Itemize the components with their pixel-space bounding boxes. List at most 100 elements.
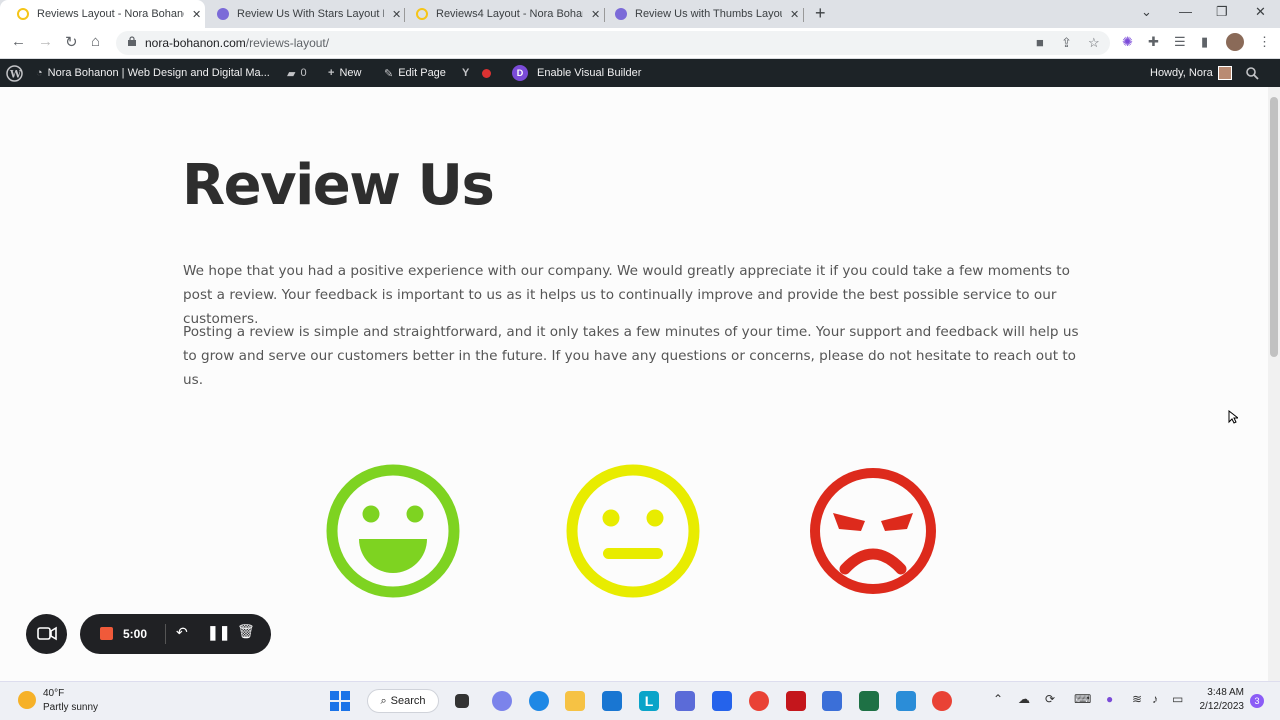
plus-icon: + [328, 67, 335, 79]
greeting-text: Howdy, Nora [1150, 67, 1213, 79]
windows-taskbar: 40°F Partly sunny ⌕ Search L ⌃ ☁ ⟳ ⌨ ● ≋… [0, 681, 1280, 720]
pause-icon[interactable]: ❚❚ [207, 624, 230, 641]
reload-icon[interactable]: ↻ [65, 33, 78, 51]
account-menu[interactable]: Howdy, Nora [1150, 59, 1232, 87]
wp-admin-bar: W ◔ Nora Bohanon | Web Design and Digita… [0, 59, 1280, 87]
happy-face-icon[interactable] [325, 463, 461, 599]
photos-icon[interactable] [896, 691, 916, 711]
stop-recording-button[interactable] [100, 627, 113, 640]
svg-text:W: W [9, 69, 22, 80]
wordpress-logo-icon[interactable]: W [6, 59, 23, 87]
hex-app-icon[interactable] [675, 691, 695, 711]
instructions-paragraph: Posting a review is simple and straightf… [183, 324, 1079, 388]
file-explorer-icon[interactable] [565, 691, 585, 711]
acrobat-icon[interactable] [786, 691, 806, 711]
menu-dots-icon[interactable]: ⋮ [1258, 34, 1271, 50]
back-icon[interactable]: ← [11, 33, 26, 50]
home-icon[interactable]: ⌂ [91, 33, 100, 50]
side-panel-icon[interactable]: ▮ [1201, 34, 1208, 50]
tab-divider [803, 8, 804, 22]
tab-reviews4[interactable]: Reviews4 Layout - Nora Bohanon ✕ [399, 0, 604, 28]
keyboard-icon[interactable]: ⌨ [1074, 692, 1091, 706]
video-camera-icon [37, 626, 57, 641]
tab-review-stars[interactable]: Review Us With Stars Layout Doc ✕ [200, 0, 405, 28]
seo-status-dot [482, 68, 492, 78]
comments-count: 0 [300, 67, 307, 79]
search-label: Search [390, 695, 426, 707]
task-view-icon[interactable] [455, 694, 469, 708]
camera-icon[interactable]: ■ [1036, 35, 1044, 50]
edit-page-link[interactable]: ✎ Edit Page [384, 59, 446, 87]
extension-color-icon[interactable]: ✺ [1122, 34, 1133, 50]
edge-browser-icon[interactable] [529, 691, 549, 711]
delete-icon[interactable]: 🗑 [237, 623, 255, 640]
divi-logo-icon: D [512, 65, 528, 81]
start-windows-icon[interactable] [330, 691, 350, 711]
page-title: Review Us [182, 153, 495, 218]
bookmark-star-icon[interactable]: ☆ [1088, 35, 1100, 51]
l-app-icon[interactable]: L [639, 691, 659, 711]
show-hidden-icons-icon[interactable]: ⌃ [993, 692, 1003, 706]
angry-face-icon[interactable] [805, 463, 941, 599]
comment-bubble-icon: ▰ [287, 67, 296, 80]
chrome-icon[interactable] [932, 691, 952, 711]
forward-icon[interactable]: → [38, 33, 53, 50]
chat-icon[interactable] [492, 691, 512, 711]
search-icon: ⌕ [380, 694, 387, 707]
lock-icon [128, 36, 136, 46]
mail-icon[interactable] [602, 691, 622, 711]
page-scrollbar[interactable] [1268, 87, 1280, 681]
camera-toggle-button[interactable] [26, 614, 67, 654]
tab-reviews-layout[interactable]: Reviews Layout - Nora Bohanon ✕ [0, 0, 205, 28]
share-icon[interactable]: ⇪ [1061, 35, 1072, 51]
undo-icon[interactable]: ↶ [176, 624, 188, 641]
browser-tab-strip: Reviews Layout - Nora Bohanon ✕ Review U… [0, 0, 1280, 28]
wifi-icon[interactable]: ≋ [1132, 692, 1142, 706]
onedrive-icon[interactable]: ☁ [1018, 692, 1030, 706]
divi-favicon-icon [216, 7, 230, 21]
weather-text: Partly sunny [43, 702, 99, 713]
url-domain: nora-bohanon.com [145, 36, 246, 50]
new-tab-icon[interactable]: + [815, 3, 826, 24]
yoast-seo-icon[interactable]: Y [462, 59, 492, 87]
notepad-icon[interactable] [822, 691, 842, 711]
sync-icon[interactable]: ⟳ [1045, 692, 1055, 706]
divi-favicon-icon [614, 7, 628, 21]
comments-link[interactable]: ▰ 0 [287, 59, 307, 87]
user-avatar [1217, 66, 1232, 80]
url-text: nora-bohanon.com/reviews-layout/ [145, 36, 329, 50]
address-bar[interactable]: nora-bohanon.com/reviews-layout/ ■ ⇪ ☆ [116, 31, 1110, 55]
recording-timer: 5:00 [123, 627, 148, 641]
notification-badge[interactable]: 3 [1250, 694, 1264, 708]
tab-title: Reviews4 Layout - Nora Bohanon [436, 8, 583, 20]
new-content-link[interactable]: + New [328, 59, 361, 87]
site-name-link[interactable]: ◔ Nora Bohanon | Web Design and Digital … [36, 59, 270, 87]
scrollbar-thumb[interactable] [1270, 97, 1278, 357]
neutral-face-icon[interactable] [565, 463, 701, 599]
minimize-icon[interactable]: — [1179, 4, 1192, 19]
tab-search-chevron-icon[interactable]: ⌄ [1141, 4, 1152, 20]
sun-favicon-icon [16, 7, 30, 21]
chrome-profile-icon[interactable] [749, 691, 769, 711]
close-window-icon[interactable]: ✕ [1255, 4, 1266, 20]
extensions-puzzle-icon[interactable]: ✚ [1148, 34, 1159, 50]
microphone-icon[interactable]: ● [1106, 692, 1113, 706]
date: 2/12/2023 [1199, 701, 1245, 712]
excel-icon[interactable] [859, 691, 879, 711]
close-tab-icon[interactable]: ✕ [790, 8, 799, 21]
tab-review-thumbs[interactable]: Review Us with Thumbs Layout D ✕ [598, 0, 803, 28]
partly-sunny-icon [18, 691, 36, 709]
restore-icon[interactable]: ❐ [1216, 4, 1228, 20]
profile-avatar[interactable] [1226, 33, 1244, 51]
store-icon[interactable] [712, 691, 732, 711]
battery-icon[interactable]: ▭ [1172, 692, 1183, 706]
pencil-icon: ✎ [384, 67, 394, 80]
volume-icon[interactable]: ♪ [1152, 692, 1158, 706]
visual-builder-link[interactable]: D Enable Visual Builder [512, 59, 641, 87]
clock[interactable]: 3:48 AM 2/12/2023 [1198, 687, 1245, 712]
reading-list-icon[interactable]: ☰ [1174, 34, 1186, 50]
taskbar-search[interactable]: ⌕ Search [367, 689, 439, 713]
temperature: 40°F [43, 688, 65, 699]
dashboard-icon: ◔ [36, 67, 43, 79]
admin-search-icon[interactable] [1246, 59, 1259, 87]
